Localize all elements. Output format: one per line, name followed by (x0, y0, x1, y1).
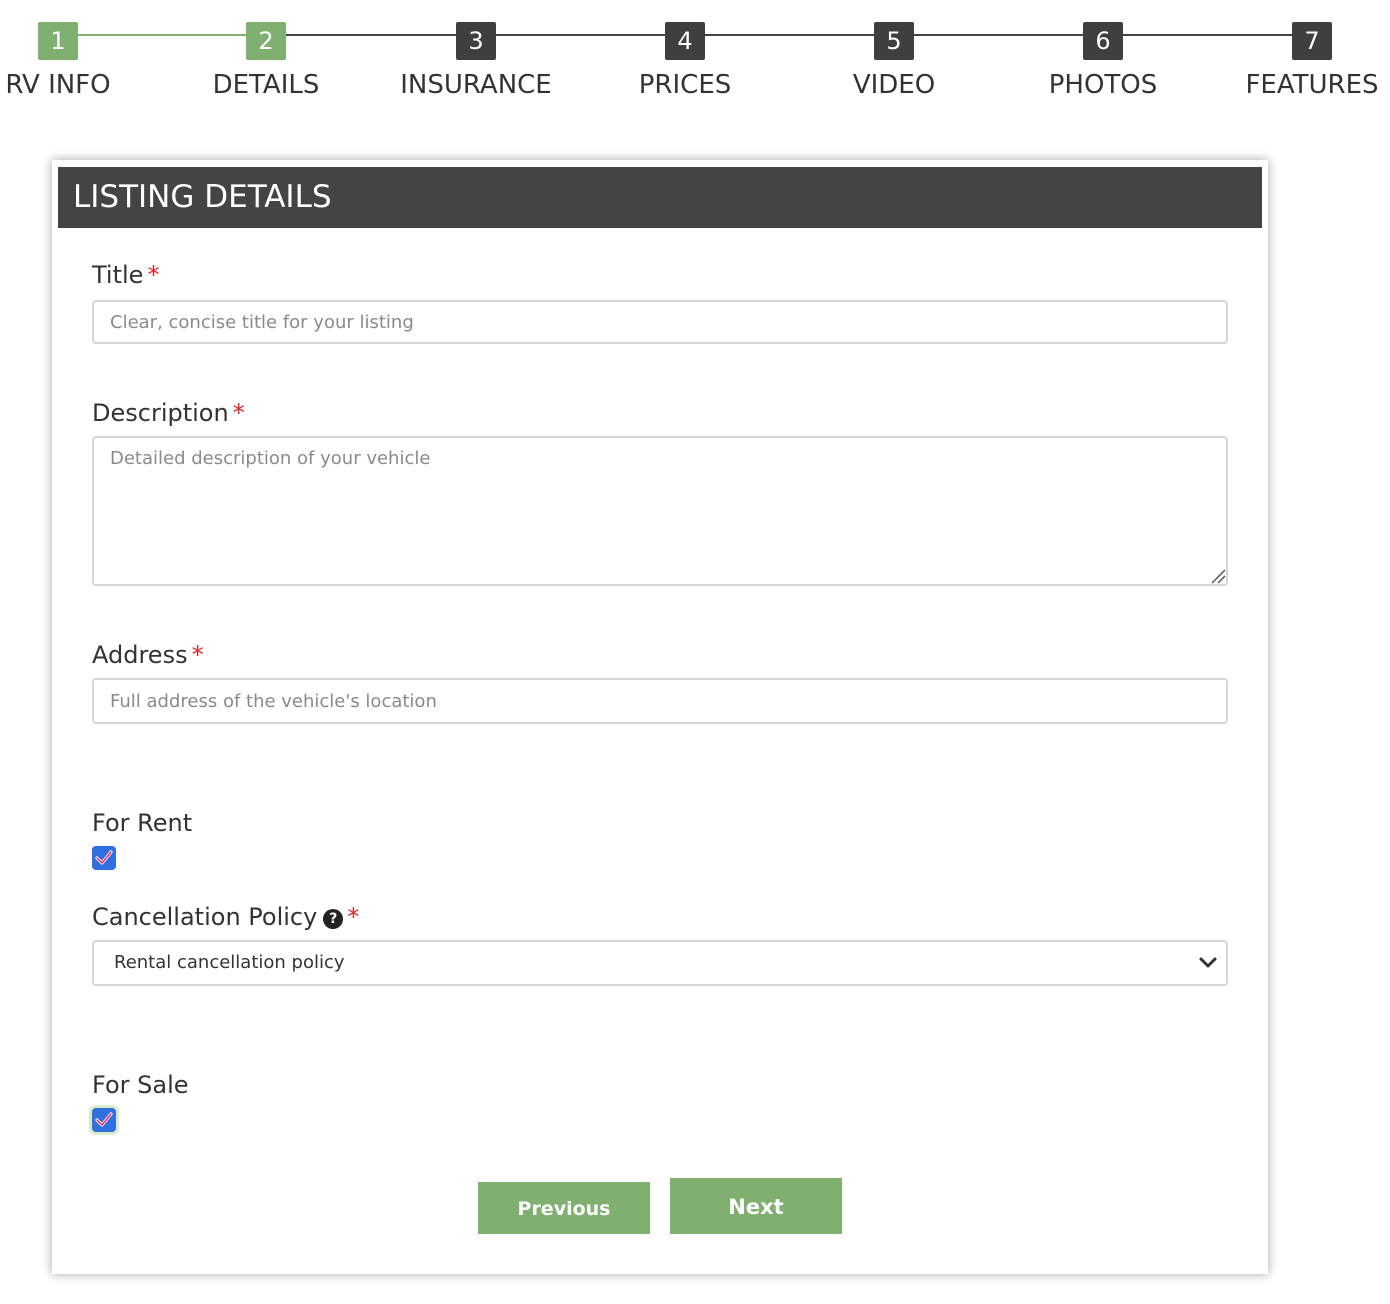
step-insurance[interactable]: 3 INSURANCE (376, 22, 576, 101)
step-number: 1 (38, 22, 78, 60)
address-label-text: Address (92, 641, 188, 669)
step-number: 7 (1292, 22, 1332, 60)
step-number: 6 (1083, 22, 1123, 60)
step-prices[interactable]: 4 PRICES (585, 22, 785, 101)
help-icon[interactable]: ? (323, 909, 344, 929)
for-sale-label: For Sale (92, 1071, 189, 1099)
listing-details-card: LISTING DETAILS Title* Description* Addr… (52, 160, 1268, 1274)
cancellation-policy-select[interactable]: Rental cancellation policy (92, 940, 1228, 986)
description-label: Description * (92, 398, 245, 428)
address-input[interactable] (92, 678, 1228, 724)
for-rent-label: For Rent (92, 809, 193, 837)
checkmark-icon (95, 1112, 113, 1127)
cancellation-policy-label-text: Cancellation Policy (92, 903, 318, 931)
chevron-down-icon (1199, 957, 1217, 968)
for-sale-checkbox[interactable] (92, 1108, 116, 1132)
required-marker: * (232, 399, 245, 427)
step-label: PHOTOS (1048, 70, 1158, 100)
step-number: 4 (665, 22, 705, 60)
select-value: Rental cancellation policy (114, 952, 345, 973)
step-label: INSURANCE (400, 70, 552, 100)
for-rent-checkbox[interactable] (92, 846, 116, 870)
title-label: Title * (92, 260, 159, 290)
description-textarea[interactable] (92, 436, 1228, 586)
step-label: FEATURES (1245, 70, 1379, 100)
step-video[interactable]: 5 VIDEO (794, 22, 994, 101)
required-marker: * (147, 261, 160, 289)
step-features[interactable]: 7 FEATURES (1212, 22, 1390, 101)
title-label-text: Title (92, 261, 144, 289)
step-label: RV INFO (5, 70, 111, 100)
resize-grip-icon[interactable] (1210, 568, 1226, 584)
cancellation-policy-label: Cancellation Policy? * (92, 902, 359, 932)
required-marker: * (191, 641, 204, 669)
step-label: PRICES (638, 70, 732, 100)
step-number: 5 (874, 22, 914, 60)
required-marker: * (347, 903, 360, 931)
checkmark-icon (95, 850, 113, 865)
next-button[interactable]: Next (670, 1178, 842, 1234)
previous-button[interactable]: Previous (478, 1182, 650, 1234)
progress-stepper: 1 RV INFO 2 DETAILS 3 INSURANCE 4 PRICES… (0, 0, 1390, 120)
step-label: VIDEO (852, 70, 936, 100)
title-input[interactable] (92, 300, 1228, 344)
step-photos[interactable]: 6 PHOTOS (1003, 22, 1203, 101)
description-label-text: Description (92, 399, 229, 427)
step-number: 3 (456, 22, 496, 60)
step-rv-info[interactable]: 1 RV INFO (0, 22, 158, 101)
address-label: Address * (92, 640, 204, 670)
step-label: DETAILS (212, 70, 320, 100)
card-title: LISTING DETAILS (58, 167, 1262, 228)
step-number: 2 (246, 22, 286, 60)
step-details[interactable]: 2 DETAILS (166, 22, 366, 101)
